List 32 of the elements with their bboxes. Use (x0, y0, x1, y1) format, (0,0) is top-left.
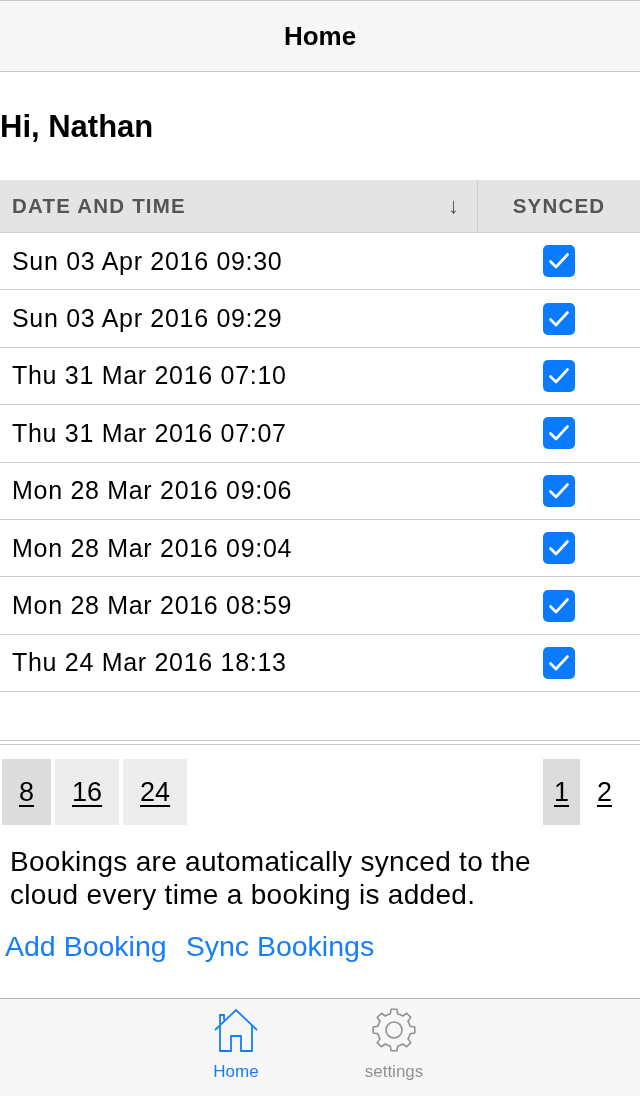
page-button[interactable]: 2 (586, 759, 623, 826)
table-cell: Thu 24 Mar 2016 18:13 (12, 648, 287, 678)
checkbox[interactable] (542, 302, 575, 335)
checkbox[interactable] (542, 417, 575, 450)
sort-arrow-icon: ↓ (448, 193, 459, 219)
table-cell: Mon 28 Mar 2016 09:04 (12, 533, 293, 563)
checkbox[interactable] (542, 474, 575, 507)
table-cell: Mon 28 Mar 2016 09:06 (12, 476, 293, 506)
table-cell: Thu 31 Mar 2016 07:10 (12, 361, 287, 391)
table-cell: Mon 28 Mar 2016 08:59 (12, 591, 293, 621)
home-icon (214, 1008, 258, 1052)
settings-icon (372, 1008, 416, 1052)
page-size-button[interactable]: 16 (55, 759, 120, 826)
checkbox[interactable] (542, 646, 575, 679)
page-size-button[interactable]: 8 (2, 759, 52, 826)
checkbox[interactable] (542, 245, 575, 278)
action-link[interactable]: Sync Bookings (185, 929, 375, 964)
tab-item[interactable]: Home (161, 999, 311, 1087)
info-text: Bookings are automatically synced to the cloud every time a booking is added. (9, 845, 532, 912)
column-header[interactable]: SYNCED (477, 180, 640, 232)
nav-title: Home (283, 20, 357, 52)
column-header[interactable]: DATE AND TIME ↓ (0, 180, 477, 232)
checkbox[interactable] (542, 589, 575, 622)
greeting-heading: Hi, Nathan (0, 109, 154, 144)
checkbox[interactable] (542, 532, 575, 565)
table-cell: Thu 31 Mar 2016 07:07 (12, 418, 287, 448)
table-cell: Sun 03 Apr 2016 09:29 (12, 304, 283, 334)
action-link[interactable]: Add Booking (5, 929, 167, 964)
checkbox[interactable] (542, 359, 575, 392)
page-size-button[interactable]: 24 (123, 759, 188, 826)
page-button[interactable]: 1 (543, 759, 580, 826)
table-cell: Sun 03 Apr 2016 09:30 (12, 246, 283, 276)
